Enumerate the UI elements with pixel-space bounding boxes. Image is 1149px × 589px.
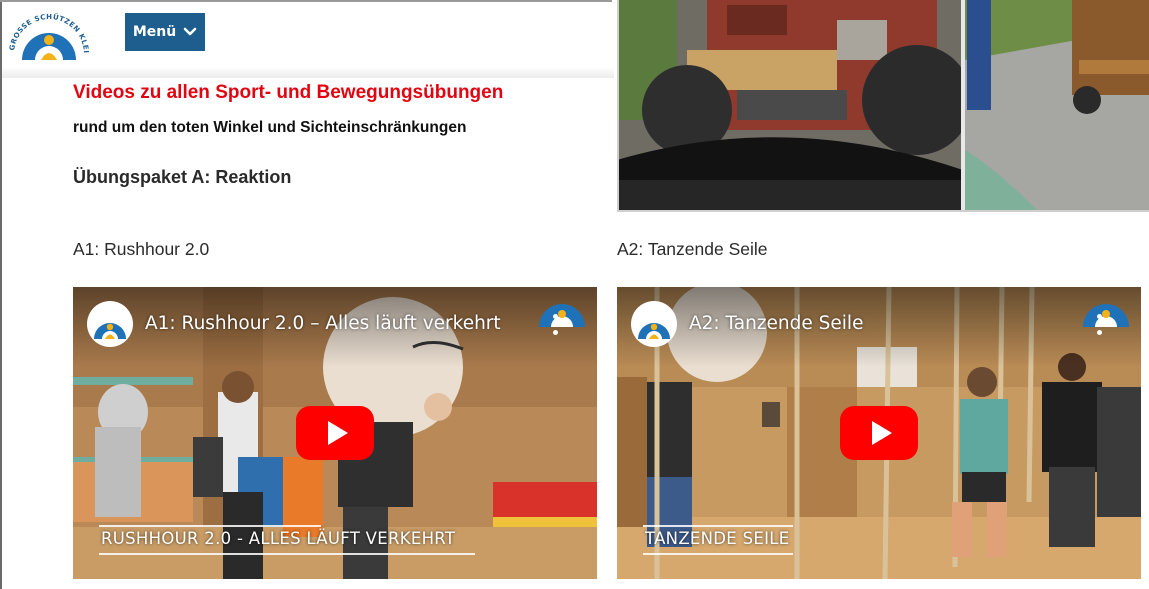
channel-watermark <box>535 293 589 327</box>
caption-line-top <box>643 525 793 527</box>
play-button[interactable] <box>296 406 374 460</box>
hero-border-left <box>617 0 619 210</box>
channel-avatar[interactable] <box>631 301 677 347</box>
site-logo[interactable]: GROSSE SCHÜTZEN KLEINE <box>5 2 90 60</box>
hero-video[interactable] <box>617 0 1149 210</box>
package-heading: Übungspaket A: Reaktion <box>73 167 292 187</box>
channel-watermark <box>1079 293 1133 327</box>
window-border-left <box>0 0 2 589</box>
video-caption: TANZENDE SEILE <box>645 529 790 548</box>
site-header <box>2 2 614 78</box>
hero-border-bottom <box>617 210 1149 212</box>
menu-button[interactable]: Menü <box>125 13 205 51</box>
video-player-a1[interactable]: A1: Rushhour 2.0 – Alles läuft verkehrt … <box>73 287 597 579</box>
more-options-icon[interactable] <box>553 314 559 338</box>
channel-avatar[interactable] <box>87 301 133 347</box>
video-caption: RUSHHOUR 2.0 - ALLES LÄUFT VERKEHRT <box>101 529 456 548</box>
page-subtitle: rund um den toten Winkel und Sichteinsch… <box>73 119 467 136</box>
video-title[interactable]: A2: Tanzende Seile <box>689 313 863 334</box>
caption-line-bottom <box>643 553 793 555</box>
play-button[interactable] <box>840 406 918 460</box>
caption-line-bottom <box>99 553 475 555</box>
menu-button-label: Menü <box>132 24 177 40</box>
more-options-icon[interactable] <box>1097 314 1103 338</box>
video-label-a2: A2: Tanzende Seile <box>617 239 768 259</box>
caption-line-top <box>99 525 321 527</box>
video-player-a2[interactable]: A2: Tanzende Seile TANZENDE SEILE <box>617 287 1141 579</box>
video-title[interactable]: A1: Rushhour 2.0 – Alles läuft verkehrt <box>145 313 501 334</box>
video-label-a1: A1: Rushhour 2.0 <box>73 239 210 259</box>
chevron-down-icon <box>183 27 197 36</box>
page-title: Videos zu allen Sport- und Bewegungsübun… <box>73 82 504 103</box>
